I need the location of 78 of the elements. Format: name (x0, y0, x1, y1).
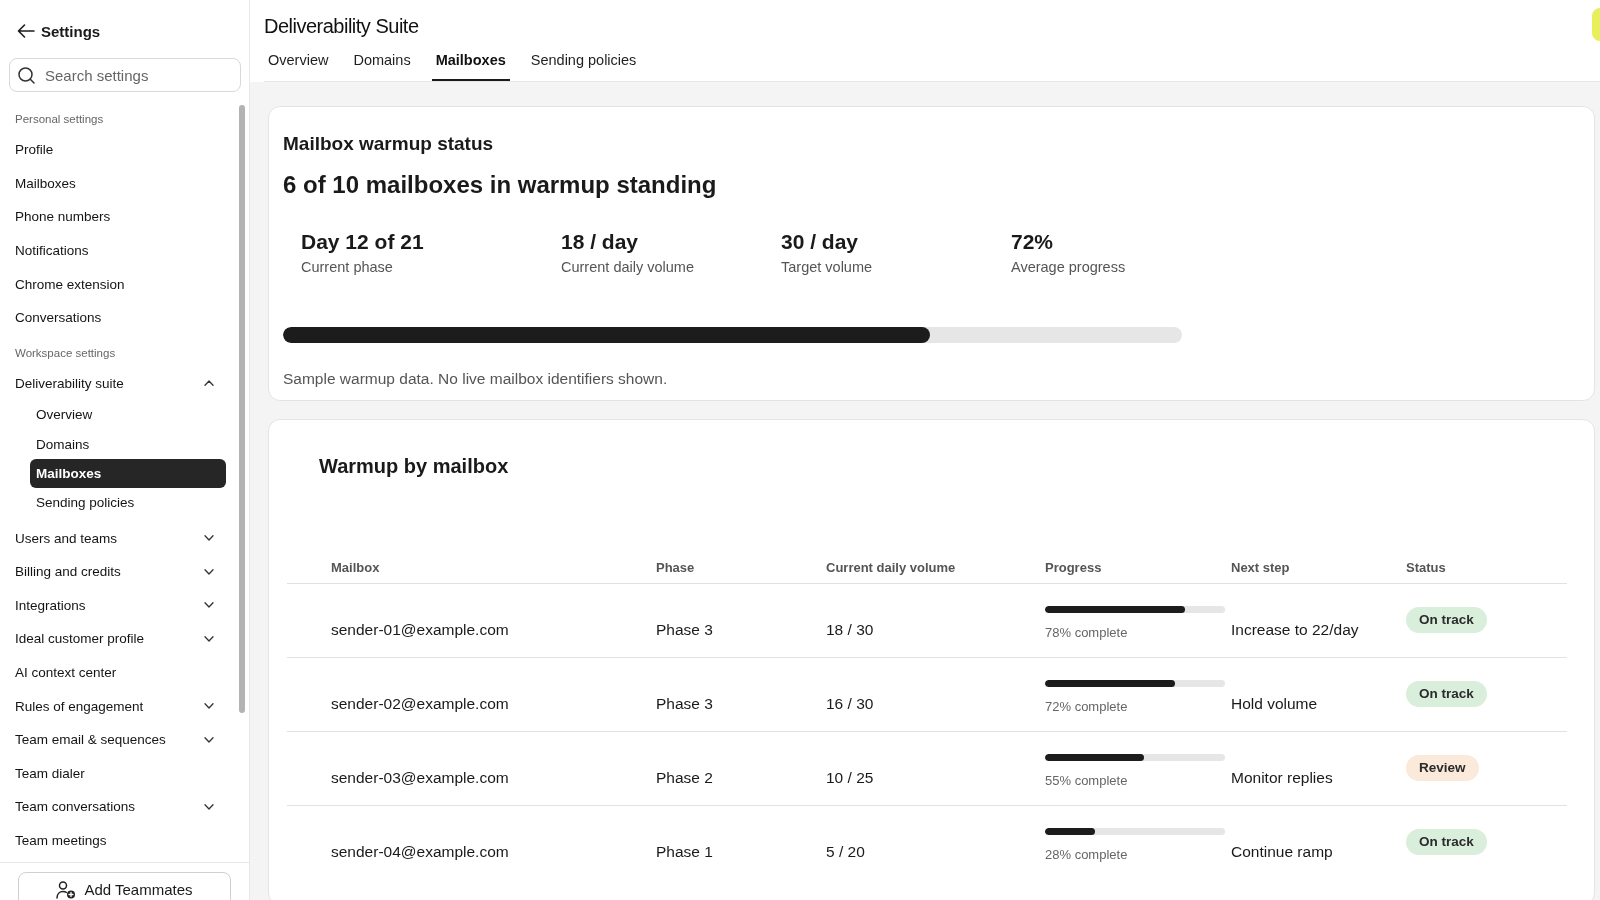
section-heading: Workspace settings (14, 345, 117, 361)
progress-reading: 28% complete (1045, 847, 1128, 863)
sidebar-item[interactable]: Deliverability suite (0, 366, 249, 401)
column-header: Progress (1045, 559, 1103, 575)
sidebar-item[interactable]: Team conversations (0, 790, 249, 824)
status-tag: On track (1406, 829, 1487, 855)
sidebar-item[interactable]: Integrations (0, 588, 249, 623)
tab[interactable]: Overview (264, 44, 333, 81)
card-title: Warmup by mailbox (319, 454, 510, 478)
sidebar-item[interactable]: AI context center (0, 655, 249, 690)
column-header: Phase (656, 559, 696, 575)
sidebar-item[interactable]: Rules of engagement (0, 689, 249, 723)
add-teammates-button[interactable]: Add Teammates (18, 872, 231, 900)
table-cell: sender-03@example.com (331, 768, 509, 788)
table-cell: 10 / 25 (826, 768, 874, 788)
sidebar-subitem[interactable]: Domains (30, 429, 226, 459)
sidebar-item[interactable]: Team email & sequences (0, 722, 249, 757)
stat-label: Current phase (301, 258, 394, 277)
sidebar-item[interactable]: Team dialer (0, 756, 249, 791)
stat-label: Average progress (1011, 258, 1127, 277)
progress-reading: 55% complete (1045, 773, 1128, 789)
sidebar-item[interactable]: Notifications (0, 233, 249, 268)
table-cell: Monitor replies (1231, 768, 1333, 788)
note-text: Sample warmup data. No live mailbox identifiers shown. (283, 369, 669, 389)
search-field[interactable]: Search settings (9, 58, 241, 92)
back-arrow-icon (17, 24, 35, 38)
table-cell: sender-01@example.com (331, 620, 509, 640)
progress-reading: 72% complete (1045, 699, 1128, 715)
table-cell: 18 / 30 (826, 620, 874, 640)
table-cell: 16 / 30 (826, 694, 874, 714)
sidebar-subitem[interactable]: Mailboxes (30, 458, 226, 489)
status-tag: On track (1406, 607, 1487, 633)
column-header: Mailbox (330, 559, 381, 575)
sidebar-item[interactable]: Profile (0, 133, 249, 167)
sidebar-subitem[interactable]: Overview (30, 400, 226, 430)
page-title: Deliverability Suite (264, 14, 419, 39)
table-cell: Phase 3 (656, 620, 713, 640)
table-cell: sender-04@example.com (331, 842, 509, 862)
sidebar-subitem[interactable]: Sending policies (30, 488, 226, 518)
card-title: Mailbox warmup status (283, 132, 495, 156)
column-header: Next step (1231, 559, 1291, 575)
stat-value: Day 12 of 21 (301, 229, 425, 255)
table-cell: sender-02@example.com (331, 694, 509, 714)
table-cell: Continue ramp (1231, 842, 1333, 862)
sidebar-item[interactable]: Team meetings (0, 823, 249, 858)
person-add-icon (56, 881, 77, 899)
sidebar-item[interactable]: Conversations (0, 300, 249, 335)
sidebar-item[interactable]: Phone numbers (0, 200, 249, 234)
progress-reading: 78% complete (1045, 625, 1128, 641)
status-tag: On track (1406, 681, 1487, 707)
column-header: Status (1406, 559, 1447, 575)
back-link[interactable]: Settings (17, 16, 101, 46)
sidebar-item[interactable]: Users and teams (0, 521, 249, 555)
table-cell: Increase to 22/day (1231, 620, 1359, 640)
table-cell: Hold volume (1231, 694, 1318, 714)
tab[interactable]: Domains (349, 44, 415, 81)
stat-label: Current daily volume (561, 258, 695, 277)
table-cell: Phase 3 (656, 694, 713, 714)
stat-value: 18 / day (561, 229, 640, 255)
column-header: Current daily volume (826, 559, 957, 575)
table-cell: Phase 2 (656, 768, 713, 788)
tab[interactable]: Mailboxes (431, 44, 510, 81)
sidebar-item[interactable]: Chrome extension (0, 267, 249, 301)
table-cell: 5 / 20 (826, 842, 865, 862)
avatar-icon[interactable] (1592, 8, 1600, 41)
search-icon (18, 66, 35, 84)
status-tag: Review (1406, 755, 1479, 781)
stat-value: 30 / day (781, 229, 860, 255)
stat-value: 72% (1011, 229, 1055, 255)
tab[interactable]: Sending policies (526, 44, 641, 81)
sidebar-item[interactable]: Billing and credits (0, 554, 249, 589)
scrollbar-thumb[interactable] (239, 105, 245, 713)
sidebar-item[interactable]: Ideal customer profile (0, 622, 249, 656)
stat-label: Target volume (781, 258, 874, 277)
headline: 6 of 10 mailboxes in warmup standing (283, 170, 718, 200)
table-cell: Phase 1 (656, 842, 713, 862)
section-heading: Personal settings (14, 112, 105, 127)
sidebar-item[interactable]: Mailboxes (0, 166, 249, 201)
